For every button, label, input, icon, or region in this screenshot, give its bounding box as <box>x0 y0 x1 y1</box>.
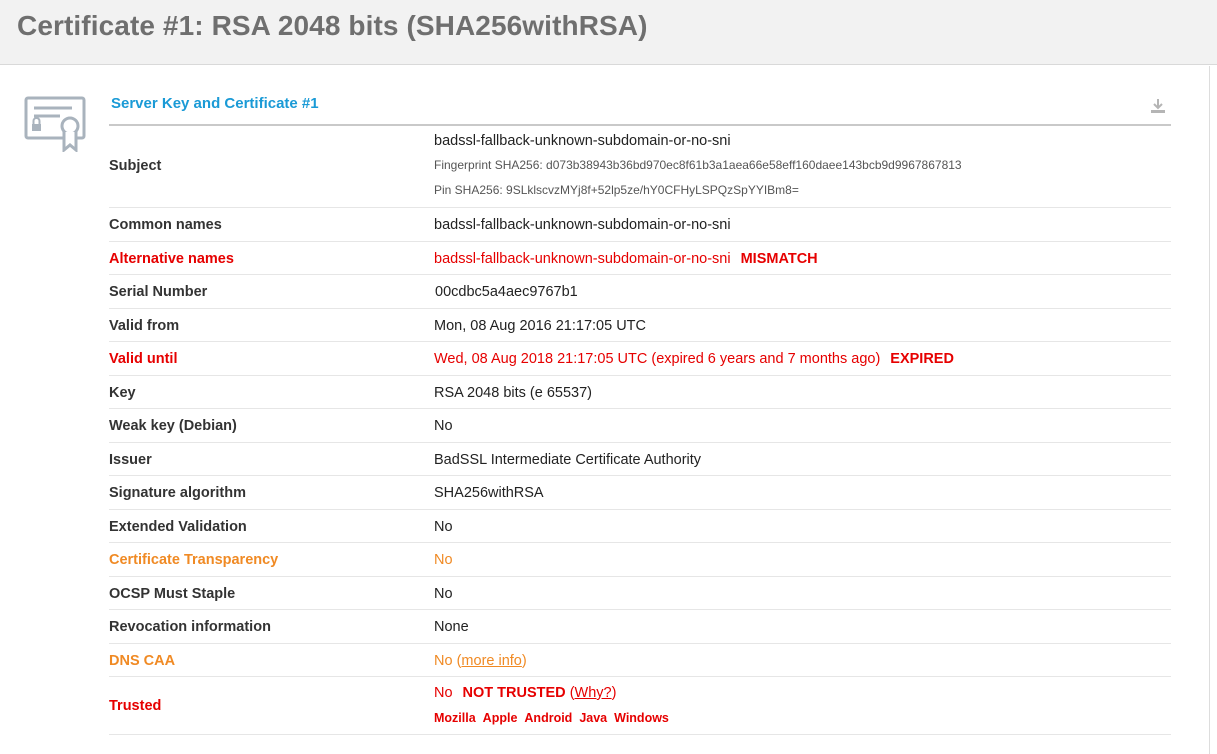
table-row-extended-validation: Extended Validation No <box>109 510 1171 543</box>
platform-apple: Apple <box>482 711 518 725</box>
row-value: No NOT TRUSTED (Why?) <box>434 685 616 701</box>
subject-value: badssl-fallback-unknown-subdomain-or-no-… <box>434 133 731 149</box>
row-label: Weak key (Debian) <box>109 418 237 434</box>
platform-java: Java <box>579 711 608 725</box>
row-label: Extended Validation <box>109 519 247 535</box>
row-value: None <box>434 619 469 635</box>
table-row-ocsp-must-staple: OCSP Must Staple No <box>109 577 1171 610</box>
table-row-valid-until: Valid until Wed, 08 Aug 2018 21:17:05 UT… <box>109 342 1171 376</box>
table-row-issuer: Issuer BadSSL Intermediate Certificate A… <box>109 443 1171 476</box>
row-label: Subject <box>109 158 162 174</box>
certificate-table: Subject badssl-fallback-unknown-subdomai… <box>109 126 1171 735</box>
section-title: Server Key and Certificate #1 <box>111 95 319 112</box>
row-label: Signature algorithm <box>109 485 246 501</box>
pin-sha256: Pin SHA256: 9SLklscvzMYj8f+52lp5ze/hY0CF… <box>434 183 799 197</box>
table-row-key: Key RSA 2048 bits (e 65537) <box>109 376 1171 409</box>
table-row-valid-from: Valid from Mon, 08 Aug 2016 21:17:05 UTC <box>109 309 1171 342</box>
row-value: Wed, 08 Aug 2018 21:17:05 UTC (expired 6… <box>434 351 954 367</box>
row-value: SHA256withRSA <box>434 485 544 501</box>
row-label: DNS CAA <box>109 653 176 669</box>
table-row-subject: Subject badssl-fallback-unknown-subdomai… <box>109 126 1171 208</box>
row-label: Key <box>109 385 136 401</box>
dns-caa-value: No <box>434 653 453 669</box>
fingerprint-sha256: Fingerprint SHA256: d073b38943b36bd970ec… <box>434 158 962 172</box>
row-label: Trusted <box>109 698 162 714</box>
paren-close: ) <box>521 653 527 669</box>
row-value: RSA 2048 bits (e 65537) <box>434 385 592 401</box>
row-label: Serial Number <box>109 284 208 300</box>
table-row-common-names: Common names badssl-fallback-unknown-sub… <box>109 208 1171 242</box>
table-row-certificate-transparency: Certificate Transparency No <box>109 543 1171 577</box>
row-label: Certificate Transparency <box>109 552 279 568</box>
row-value: No <box>434 418 453 434</box>
row-label: Common names <box>109 217 222 233</box>
valid-until-value: Wed, 08 Aug 2018 21:17:05 UTC (expired 6… <box>434 351 881 367</box>
alt-names-value: badssl-fallback-unknown-subdomain-or-no-… <box>434 251 731 267</box>
row-value: No <box>434 519 453 535</box>
not-trusted-badge: NOT TRUSTED <box>462 685 566 701</box>
page-title: Certificate #1: RSA 2048 bits (SHA256wit… <box>17 10 648 41</box>
platform-android: Android <box>524 711 573 725</box>
certificate-icon <box>24 96 86 152</box>
row-label: OCSP Must Staple <box>109 586 236 602</box>
page-header: Certificate #1: RSA 2048 bits (SHA256wit… <box>0 0 1217 65</box>
table-row-alternative-names: Alternative names badssl-fallback-unknow… <box>109 242 1171 275</box>
platform-list: Mozilla Apple Android Java Windows <box>434 710 676 726</box>
row-label: Issuer <box>109 452 152 468</box>
mismatch-badge: MISMATCH <box>740 251 818 267</box>
table-row-weak-key: Weak key (Debian) No <box>109 409 1171 443</box>
table-row-revocation-information: Revocation information None <box>109 610 1171 644</box>
why-link[interactable]: Why? <box>575 685 612 701</box>
table-row-trusted: Trusted No NOT TRUSTED (Why?) Mozilla Appl… <box>109 677 1171 735</box>
row-value: BadSSL Intermediate Certificate Authorit… <box>434 452 702 468</box>
row-value: badssl-fallback-unknown-subdomain-or-no-… <box>434 251 818 267</box>
trusted-value: No <box>434 685 453 701</box>
row-label: Revocation information <box>109 619 271 635</box>
row-label: Valid until <box>109 351 178 367</box>
download-icon[interactable] <box>1150 98 1166 114</box>
table-row-dns-caa: DNS CAA No (more info) <box>109 644 1171 677</box>
row-label: Valid from <box>109 318 180 334</box>
paren-close: ) <box>611 685 617 701</box>
row-value: No <box>434 552 453 568</box>
table-row-serial-number: Serial Number 00cdbc5a4aec9767b1 <box>109 275 1171 309</box>
row-label: Alternative names <box>109 251 234 267</box>
platform-mozilla: Mozilla <box>434 711 476 725</box>
row-value: 00cdbc5a4aec9767b1 <box>435 284 578 300</box>
more-info-link[interactable]: more info <box>461 653 521 669</box>
row-value: badssl-fallback-unknown-subdomain-or-no-… <box>434 217 731 233</box>
row-value: Mon, 08 Aug 2016 21:17:05 UTC <box>434 318 647 334</box>
row-value: No (more info) <box>434 653 527 669</box>
row-value: No <box>434 586 453 602</box>
table-row-signature-algorithm: Signature algorithm SHA256withRSA <box>109 476 1171 510</box>
platform-windows: Windows <box>614 711 669 725</box>
expired-badge: EXPIRED <box>890 351 954 367</box>
